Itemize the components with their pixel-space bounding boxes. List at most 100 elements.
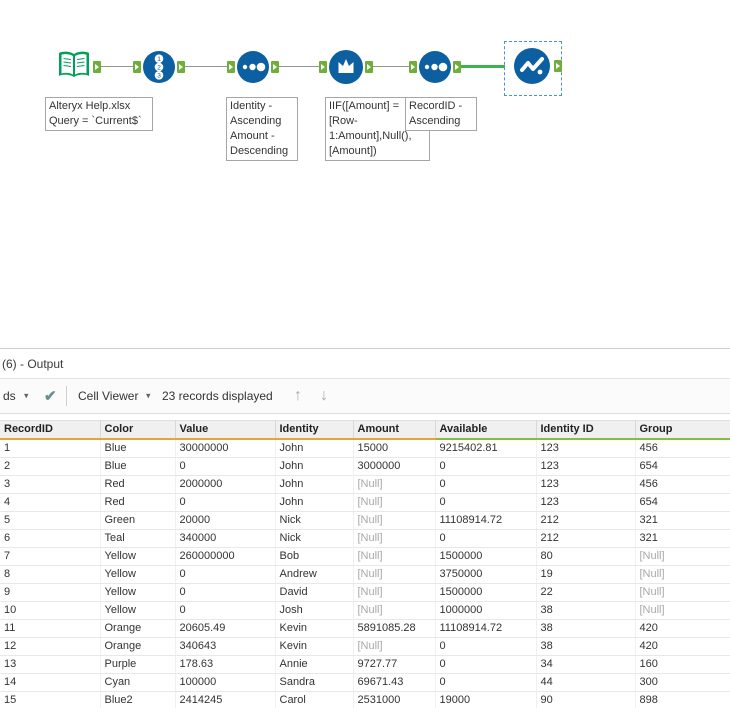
table-cell[interactable]: Sandra	[275, 673, 354, 692]
table-cell[interactable]: 321	[635, 511, 730, 530]
table-cell[interactable]: [Null]	[353, 475, 436, 494]
table-cell[interactable]: Green	[100, 511, 176, 530]
table-cell[interactable]: 123	[536, 439, 636, 458]
table-cell[interactable]: [Null]	[635, 583, 730, 602]
table-cell[interactable]: Teal	[100, 529, 176, 548]
table-cell[interactable]: 44	[536, 673, 636, 692]
table-cell[interactable]: 4	[0, 493, 101, 512]
table-cell[interactable]: 340000	[175, 529, 276, 548]
table-cell[interactable]: 456	[635, 439, 730, 458]
table-cell[interactable]: 3	[0, 475, 101, 494]
table-cell[interactable]: 9215402.81	[435, 439, 537, 458]
table-cell[interactable]: David	[275, 583, 354, 602]
table-cell[interactable]: 1500000	[435, 547, 537, 566]
table-cell[interactable]: 1000000	[435, 601, 537, 620]
table-cell[interactable]: [Null]	[353, 493, 436, 512]
annotation-input-data[interactable]: Alteryx Help.xlsx Query = `Current$`	[45, 97, 153, 131]
table-cell[interactable]: [Null]	[353, 547, 436, 566]
table-cell[interactable]: 0	[175, 583, 276, 602]
table-cell[interactable]: Yellow	[100, 601, 176, 620]
table-cell[interactable]: 654	[635, 493, 730, 512]
tool-multi-row-formula[interactable]	[328, 49, 364, 85]
table-cell[interactable]: 212	[536, 529, 636, 548]
arrow-down-icon[interactable]: ↓	[320, 387, 328, 405]
column-header-value[interactable]: Value	[175, 420, 276, 440]
table-cell[interactable]: [Null]	[353, 511, 436, 530]
table-cell[interactable]: 0	[435, 457, 537, 476]
table-cell[interactable]: 6	[0, 529, 101, 548]
column-header-group[interactable]: Group	[635, 420, 730, 440]
table-cell[interactable]: 0	[175, 457, 276, 476]
table-cell[interactable]: 19	[536, 565, 636, 584]
table-cell[interactable]: 260000000	[175, 547, 276, 566]
table-cell[interactable]: 0	[435, 673, 537, 692]
table-cell[interactable]: 212	[536, 511, 636, 530]
output-anchor[interactable]	[365, 61, 373, 73]
input-anchor[interactable]	[319, 61, 327, 73]
table-cell[interactable]: Kevin	[275, 619, 354, 638]
table-cell[interactable]: 300	[635, 673, 730, 692]
table-cell[interactable]: 2531000	[353, 691, 436, 708]
tool-record-id[interactable]: 1 2 3	[142, 50, 176, 84]
table-cell[interactable]: 11	[0, 619, 101, 638]
table-cell[interactable]: Red	[100, 493, 176, 512]
connection-wire[interactable]	[373, 66, 409, 67]
table-cell[interactable]: 38	[536, 637, 636, 656]
records-source-label[interactable]: ds	[3, 389, 16, 403]
table-cell[interactable]: 340643	[175, 637, 276, 656]
table-cell[interactable]: 0	[435, 493, 537, 512]
table-cell[interactable]: 1	[0, 439, 101, 458]
table-cell[interactable]: 160	[635, 655, 730, 674]
input-anchor[interactable]	[227, 61, 235, 73]
table-cell[interactable]: 80	[536, 547, 636, 566]
table-cell[interactable]: [Null]	[635, 547, 730, 566]
table-cell[interactable]: 11108914.72	[435, 619, 537, 638]
table-cell[interactable]: [Null]	[635, 601, 730, 620]
table-cell[interactable]: Nick	[275, 529, 354, 548]
connection-wire[interactable]	[185, 66, 227, 67]
table-cell[interactable]: 0	[435, 529, 537, 548]
annotation-sort-1[interactable]: Identity - Ascending Amount - Descending	[226, 97, 298, 161]
table-cell[interactable]: 0	[435, 655, 537, 674]
table-cell[interactable]: [Null]	[353, 637, 436, 656]
column-header-amount[interactable]: Amount	[353, 420, 436, 440]
table-cell[interactable]: 420	[635, 619, 730, 638]
table-cell[interactable]: Blue	[100, 457, 176, 476]
table-cell[interactable]: Orange	[100, 619, 176, 638]
table-cell[interactable]: 90	[536, 691, 636, 708]
table-cell[interactable]: Kevin	[275, 637, 354, 656]
output-anchor[interactable]	[453, 61, 461, 73]
table-cell[interactable]: 14	[0, 673, 101, 692]
table-cell[interactable]: Purple	[100, 655, 176, 674]
table-cell[interactable]: 1500000	[435, 583, 537, 602]
tool-browse[interactable]	[513, 47, 551, 85]
tool-input-data[interactable]	[56, 47, 92, 83]
table-cell[interactable]: 15	[0, 691, 101, 708]
table-cell[interactable]: 5891085.28	[353, 619, 436, 638]
table-cell[interactable]: 30000000	[175, 439, 276, 458]
table-cell[interactable]: 3000000	[353, 457, 436, 476]
table-cell[interactable]: 7	[0, 547, 101, 566]
input-anchor[interactable]	[409, 61, 417, 73]
table-cell[interactable]: Cyan	[100, 673, 176, 692]
table-cell[interactable]: 2	[0, 457, 101, 476]
table-cell[interactable]: 9	[0, 583, 101, 602]
table-cell[interactable]: 321	[635, 529, 730, 548]
table-cell[interactable]: 8	[0, 565, 101, 584]
table-cell[interactable]: Carol	[275, 691, 354, 708]
table-cell[interactable]: Nick	[275, 511, 354, 530]
table-cell[interactable]: 456	[635, 475, 730, 494]
workflow-canvas[interactable]: 1 2 3 Alteryx Help.xlsx Query = `Current…	[0, 0, 730, 348]
table-cell[interactable]: 123	[536, 493, 636, 512]
table-cell[interactable]: 12	[0, 637, 101, 656]
column-header-available[interactable]: Available	[435, 420, 537, 440]
table-cell[interactable]: 100000	[175, 673, 276, 692]
connection-wire[interactable]	[279, 66, 319, 67]
table-cell[interactable]: Yellow	[100, 547, 176, 566]
table-cell[interactable]: 0	[175, 601, 276, 620]
cell-viewer-button[interactable]: Cell Viewer	[78, 389, 138, 403]
table-cell[interactable]: 15000	[353, 439, 436, 458]
output-anchor[interactable]	[93, 61, 101, 73]
table-cell[interactable]: Annie	[275, 655, 354, 674]
table-cell[interactable]: 2000000	[175, 475, 276, 494]
